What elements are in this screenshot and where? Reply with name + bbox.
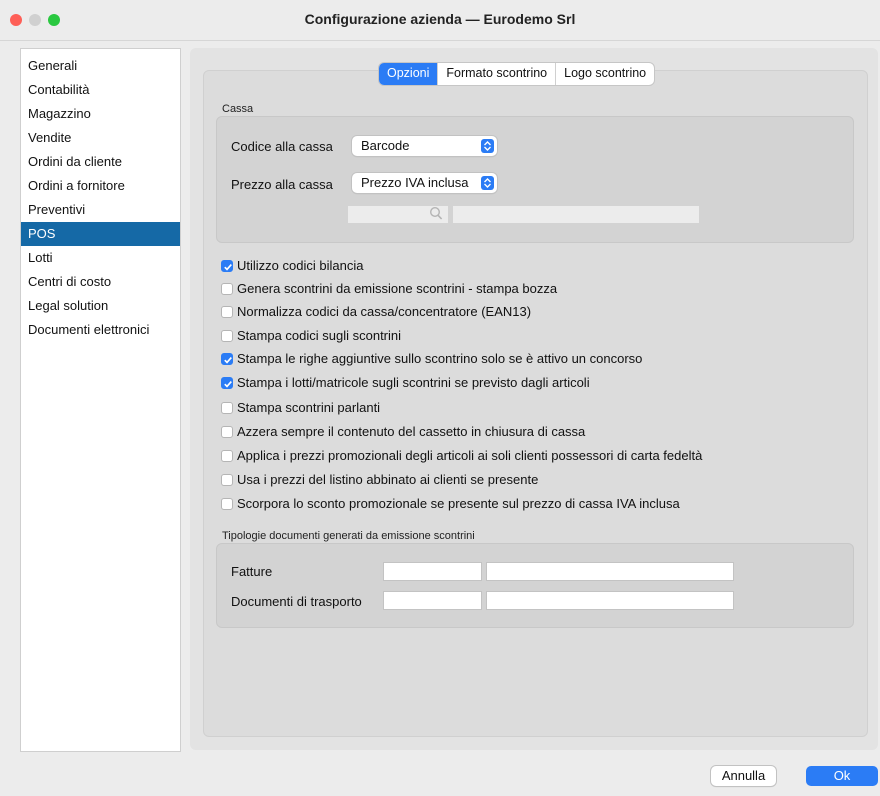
option-label: Stampa scontrini parlanti xyxy=(237,400,381,415)
fatture-desc-field[interactable] xyxy=(486,562,734,581)
sidebar: Generali Contabilità Magazzino Vendite O… xyxy=(20,48,181,752)
prezzo-alla-cassa-label: Prezzo alla cassa xyxy=(231,177,333,192)
option-label: Utilizzo codici bilancia xyxy=(237,258,364,273)
option-label: Azzera sempre il contenuto del cassetto … xyxy=(237,424,586,439)
title-bar: Configurazione azienda — Eurodemo Srl xyxy=(0,0,880,41)
sidebar-item-centri-di-costo[interactable]: Centri di costo xyxy=(21,270,180,294)
cassa-group-label: Cassa xyxy=(222,103,254,115)
checkbox[interactable] xyxy=(221,498,233,510)
window-title: Configurazione azienda — Eurodemo Srl xyxy=(304,11,576,27)
tab-opzioni[interactable]: Opzioni xyxy=(379,63,438,85)
sidebar-item-ordini-da-cliente[interactable]: Ordini da cliente xyxy=(21,150,180,174)
sidebar-item-contabilita[interactable]: Contabilità xyxy=(21,78,180,102)
checkbox[interactable] xyxy=(221,426,233,438)
cassa-lookup-desc-field xyxy=(452,205,700,224)
codice-alla-cassa-value: Barcode xyxy=(361,138,410,153)
ddt-label: Documenti di trasporto xyxy=(231,594,362,609)
fatture-code-field[interactable] xyxy=(383,562,482,581)
checkmark-icon xyxy=(224,264,232,271)
chevron-updown-icon xyxy=(481,176,494,190)
sidebar-item-vendite[interactable]: Vendite xyxy=(21,126,180,150)
checkbox[interactable] xyxy=(221,260,233,272)
sidebar-item-preventivi[interactable]: Preventivi xyxy=(21,198,180,222)
checkbox[interactable] xyxy=(221,377,233,389)
option-label: Applica i prezzi promozionali degli arti… xyxy=(237,448,703,463)
option-label: Scorpora lo sconto promozionale se prese… xyxy=(237,496,680,511)
option-label: Genera scontrini da emissione scontrini … xyxy=(237,281,558,296)
checkbox[interactable] xyxy=(221,283,233,295)
sidebar-item-generali[interactable]: Generali xyxy=(21,54,180,78)
sidebar-item-lotti[interactable]: Lotti xyxy=(21,246,180,270)
tab-logo-scontrino[interactable]: Logo scontrino xyxy=(555,63,654,85)
tipologie-group xyxy=(216,543,854,628)
option-label: Normalizza codici da cassa/concentratore… xyxy=(237,304,532,319)
tab-formato-scontrino[interactable]: Formato scontrino xyxy=(437,63,555,85)
option-label: Stampa codici sugli scontrini xyxy=(237,328,402,343)
checkbox[interactable] xyxy=(221,450,233,462)
prezzo-alla-cassa-value: Prezzo IVA inclusa xyxy=(361,175,469,190)
config-window: Configurazione azienda — Eurodemo Srl Ge… xyxy=(0,0,880,796)
codice-alla-cassa-select[interactable]: Barcode xyxy=(352,136,497,156)
option-label: Stampa i lotti/matricole sugli scontrini… xyxy=(237,375,590,390)
checkbox[interactable] xyxy=(221,306,233,318)
checkmark-icon xyxy=(224,381,232,388)
checkbox[interactable] xyxy=(221,474,233,486)
checkbox[interactable] xyxy=(221,402,233,414)
ddt-code-field[interactable] xyxy=(383,591,482,610)
ddt-desc-field[interactable] xyxy=(486,591,734,610)
option-label: Stampa le righe aggiuntive sullo scontri… xyxy=(237,351,643,366)
checkbox[interactable] xyxy=(221,330,233,342)
sidebar-item-magazzino[interactable]: Magazzino xyxy=(21,102,180,126)
checkbox[interactable] xyxy=(221,353,233,365)
tipologie-group-label: Tipologie documenti generati da emission… xyxy=(222,530,475,542)
sidebar-item-legal-solution[interactable]: Legal solution xyxy=(21,294,180,318)
sidebar-item-documenti-elettronici[interactable]: Documenti elettronici xyxy=(21,318,180,342)
search-icon xyxy=(429,206,443,226)
fatture-label: Fatture xyxy=(231,564,273,579)
sidebar-item-pos[interactable]: POS xyxy=(21,222,180,246)
chevron-updown-icon xyxy=(481,139,494,153)
cancel-button[interactable]: Annulla xyxy=(711,766,776,786)
ok-button[interactable]: Ok xyxy=(806,766,878,786)
tab-bar: Opzioni Formato scontrino Logo scontrino xyxy=(378,62,656,86)
option-label: Usa i prezzi del listino abbinato ai cli… xyxy=(237,472,539,487)
codice-alla-cassa-label: Codice alla cassa xyxy=(231,139,333,154)
prezzo-alla-cassa-select[interactable]: Prezzo IVA inclusa xyxy=(352,173,497,193)
checkmark-icon xyxy=(224,357,232,364)
sidebar-item-ordini-a-fornitore[interactable]: Ordini a fornitore xyxy=(21,174,180,198)
